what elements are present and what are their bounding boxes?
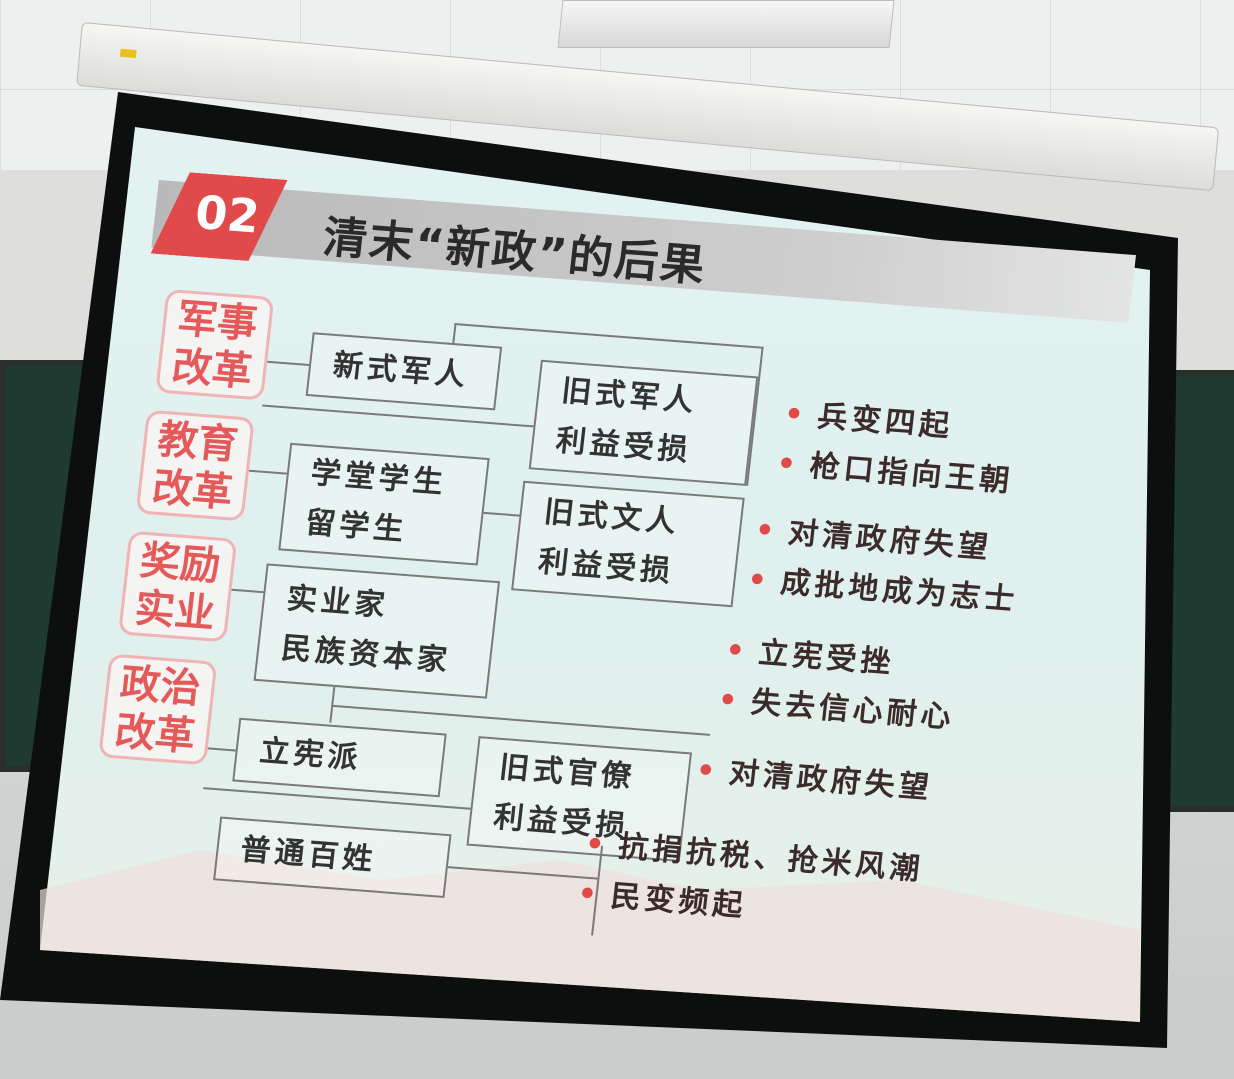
bullet-icon: • bbox=[583, 826, 611, 864]
category-education-label: 教育 改革 bbox=[149, 416, 241, 517]
group-industrialists: 实业家 民族资本家 bbox=[253, 563, 501, 699]
group-constitutionalists: 立宪派 bbox=[232, 717, 447, 798]
ceiling-light bbox=[557, 0, 895, 48]
result-officials-1: • 对清政府失望 bbox=[694, 752, 935, 806]
section-number: 02 bbox=[192, 185, 263, 244]
result-commoners-2: • 民变频起 bbox=[575, 876, 749, 925]
group-constitutionalists-label: 立宪派 bbox=[257, 733, 364, 777]
connector bbox=[207, 747, 236, 752]
category-military-label: 军事 改革 bbox=[169, 295, 260, 396]
mouse-pointer-icon: ☝ bbox=[1040, 948, 1054, 973]
connector bbox=[483, 511, 520, 517]
result-constitution-2: • 失去信心耐心 bbox=[716, 682, 957, 736]
bullet-icon: • bbox=[575, 876, 603, 913]
bullet-icon: • bbox=[753, 512, 781, 550]
connector bbox=[454, 323, 764, 349]
group-new-soldiers: 新式军人 bbox=[305, 332, 503, 411]
connector bbox=[447, 866, 598, 880]
connector bbox=[231, 588, 264, 594]
connector bbox=[248, 469, 287, 475]
bullet-icon: • bbox=[723, 632, 751, 670]
group-old-soldiers: 旧式军人 利益受损 bbox=[528, 359, 759, 486]
result-constitution-1: • 立宪受挫 bbox=[723, 632, 897, 681]
bullet-icon: • bbox=[694, 752, 722, 790]
group-new-soldiers-label: 新式军人 bbox=[331, 347, 471, 394]
category-education: 教育 改革 bbox=[135, 409, 255, 522]
bullet-icon: • bbox=[774, 446, 802, 483]
bullet-icon: • bbox=[745, 562, 773, 599]
slide-title: 清末“新政”的后果 bbox=[320, 211, 709, 293]
group-old-literati: 旧式文人 利益受损 bbox=[511, 480, 745, 608]
category-industry: 奖励 实业 bbox=[117, 530, 238, 643]
bullet-icon: • bbox=[716, 682, 744, 720]
result-military-2: • 枪口指向王朝 bbox=[774, 446, 1016, 500]
category-politics-label: 政治 改革 bbox=[112, 660, 203, 761]
category-military: 军事 改革 bbox=[155, 288, 275, 401]
connector bbox=[267, 360, 310, 367]
bullet-icon: • bbox=[782, 396, 810, 434]
category-industry-label: 奖励 实业 bbox=[132, 537, 223, 638]
slide-content: 02 清末“新政”的后果 军事 改革 教育 改革 奖励 实业 政治 改革 新式军… bbox=[73, 170, 1137, 1021]
group-commoners: 普通百姓 bbox=[213, 816, 452, 898]
housing-label bbox=[119, 48, 137, 59]
group-commoners-label: 普通百姓 bbox=[238, 832, 379, 878]
blackboard-right bbox=[1165, 370, 1234, 812]
result-military-1: • 兵变四起 bbox=[782, 396, 955, 445]
connector bbox=[452, 323, 457, 346]
category-politics: 政治 改革 bbox=[98, 653, 218, 766]
group-students: 学堂学生 留学生 bbox=[278, 442, 490, 566]
